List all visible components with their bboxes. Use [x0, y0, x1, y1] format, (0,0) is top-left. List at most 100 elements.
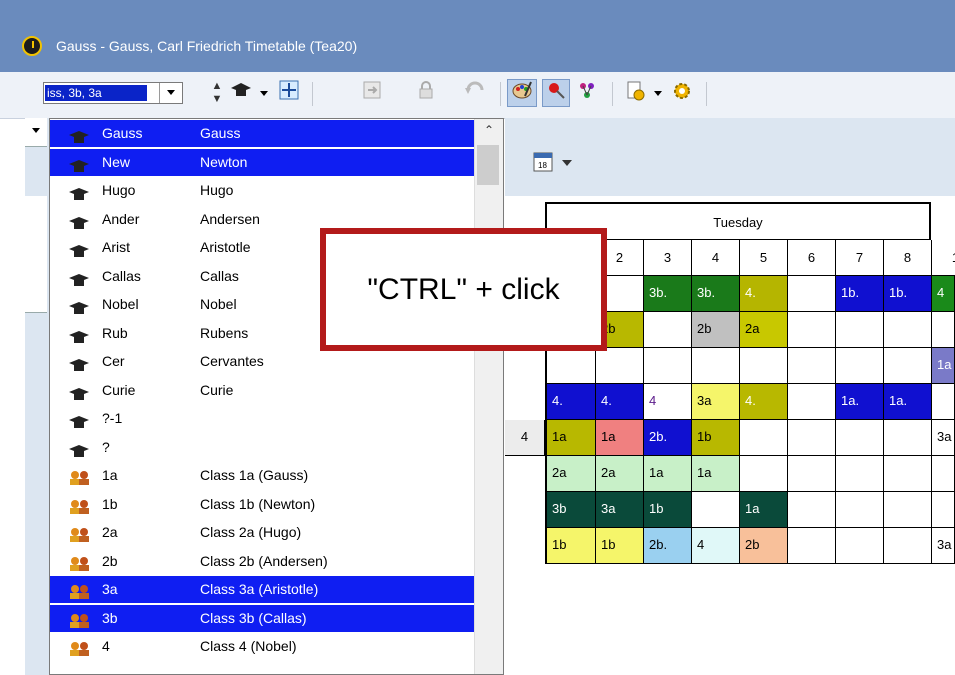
lesson-cell[interactable] — [644, 312, 692, 348]
lesson-cell[interactable]: 1b — [596, 528, 644, 564]
lesson-cell[interactable]: 4. — [740, 276, 788, 312]
molecule-icon[interactable] — [574, 80, 600, 106]
lesson-cell[interactable] — [932, 456, 955, 492]
lesson-cell[interactable] — [836, 312, 884, 348]
grid-expand-icon[interactable] — [276, 80, 302, 106]
lesson-cell[interactable]: 4. — [545, 384, 596, 420]
teacher-list-item[interactable]: New Newton — [50, 148, 474, 176]
chevron-down-icon[interactable] — [258, 80, 270, 106]
lesson-cell[interactable] — [884, 348, 932, 384]
element-selector[interactable]: iss, 3b, 3a — [43, 82, 183, 104]
move-icon[interactable] — [360, 80, 384, 106]
scroll-thumb[interactable] — [477, 145, 499, 185]
chevron-down-icon[interactable] — [159, 83, 182, 103]
lesson-cell[interactable] — [836, 420, 884, 456]
lesson-cell[interactable]: 1a — [596, 420, 644, 456]
lesson-cell[interactable] — [884, 492, 932, 528]
lesson-cell[interactable] — [788, 420, 836, 456]
lesson-cell[interactable] — [836, 456, 884, 492]
spin-arrows-icon[interactable]: ▲ ▼ — [210, 80, 224, 106]
palette-icon[interactable] — [507, 79, 537, 107]
lesson-cell[interactable]: 3a — [932, 420, 955, 456]
lesson-cell[interactable]: 2b. — [644, 420, 692, 456]
lesson-cell[interactable]: 1b — [545, 528, 596, 564]
scrollbar[interactable]: ⌃ — [474, 119, 503, 674]
lesson-cell[interactable]: 4 — [932, 276, 955, 312]
lesson-cell[interactable] — [788, 456, 836, 492]
lesson-cell[interactable] — [788, 276, 836, 312]
lesson-cell[interactable] — [788, 492, 836, 528]
lesson-cell[interactable]: 4. — [596, 384, 644, 420]
lesson-cell[interactable]: 2a — [545, 456, 596, 492]
teacher-list-item[interactable]: Gauss Gauss — [50, 120, 474, 147]
chevron-down-icon[interactable] — [652, 80, 664, 106]
lesson-cell[interactable]: 2b — [740, 528, 788, 564]
lesson-cell[interactable]: 3b — [545, 492, 596, 528]
class-list-item[interactable]: 2b Class 2b (Andersen) — [50, 548, 474, 575]
element-dropdown-list[interactable]: Gauss Gauss New Newton Hugo Hugo Ander Andersen… — [49, 118, 504, 675]
lesson-cell[interactable]: 1a. — [836, 384, 884, 420]
undo-icon[interactable] — [463, 80, 487, 106]
teacher-list-item[interactable]: ?-1 — [50, 405, 474, 432]
class-list-item[interactable]: 1b Class 1b (Newton) — [50, 491, 474, 518]
teacher-icon[interactable] — [226, 80, 256, 106]
lesson-cell[interactable] — [788, 384, 836, 420]
lesson-cell[interactable] — [884, 420, 932, 456]
lesson-cell[interactable] — [596, 348, 644, 384]
element-selector-value[interactable]: iss, 3b, 3a — [45, 85, 147, 101]
class-list-item[interactable]: 3b Class 3b (Callas) — [50, 604, 474, 632]
class-list-item[interactable]: 3a Class 3a (Aristotle) — [50, 576, 474, 603]
lesson-cell[interactable]: 4 — [692, 528, 740, 564]
lesson-cell[interactable]: 1b. — [884, 276, 932, 312]
lesson-cell[interactable] — [884, 312, 932, 348]
lesson-cell[interactable]: 2a — [596, 456, 644, 492]
lesson-cell[interactable]: 4 — [505, 420, 545, 456]
class-list-item[interactable]: 4 Class 4 (Nobel) — [50, 633, 474, 660]
lesson-cell[interactable]: 4 — [644, 384, 692, 420]
scroll-up-arrow[interactable]: ⌃ — [475, 119, 503, 141]
lesson-cell[interactable]: 3b. — [692, 276, 740, 312]
lesson-cell[interactable] — [836, 348, 884, 384]
lesson-cell[interactable] — [884, 456, 932, 492]
lesson-cell[interactable]: 1a — [740, 492, 788, 528]
lesson-cell[interactable] — [545, 348, 596, 384]
lesson-cell[interactable] — [740, 456, 788, 492]
lesson-cell[interactable] — [932, 312, 955, 348]
lesson-cell[interactable] — [788, 312, 836, 348]
chevron-down-icon[interactable] — [25, 118, 47, 147]
lesson-cell[interactable]: 3a — [596, 492, 644, 528]
lesson-cell[interactable]: 3b. — [644, 276, 692, 312]
pin-icon[interactable] — [542, 79, 570, 107]
lesson-cell[interactable] — [788, 528, 836, 564]
lesson-cell[interactable] — [932, 384, 955, 420]
lesson-cell[interactable] — [644, 348, 692, 384]
teacher-list-item[interactable]: Curie Curie — [50, 377, 474, 404]
teacher-list-item[interactable]: ? — [50, 434, 474, 461]
class-list-item[interactable]: 1a Class 1a (Gauss) — [50, 462, 474, 489]
teacher-list-item[interactable]: Cer Cervantes — [50, 348, 474, 375]
lesson-cell[interactable] — [692, 492, 740, 528]
lesson-cell[interactable]: 1a. — [884, 384, 932, 420]
lesson-cell[interactable]: 2b — [692, 312, 740, 348]
lesson-cell[interactable]: 3a — [692, 384, 740, 420]
document-settings-icon[interactable] — [622, 80, 650, 106]
class-list-item[interactable]: 2a Class 2a (Hugo) — [50, 519, 474, 546]
lesson-cell[interactable] — [836, 492, 884, 528]
lesson-cell[interactable] — [740, 348, 788, 384]
lock-icon[interactable] — [414, 80, 438, 106]
lesson-cell[interactable]: 1a — [692, 456, 740, 492]
lesson-cell[interactable]: 1b. — [836, 276, 884, 312]
lesson-cell[interactable] — [740, 420, 788, 456]
lesson-cell[interactable]: 1a — [644, 456, 692, 492]
lesson-cell[interactable] — [788, 348, 836, 384]
lesson-cell[interactable]: 1b — [692, 420, 740, 456]
lesson-cell[interactable]: 4. — [740, 384, 788, 420]
calendar-button[interactable]: 18 — [532, 148, 584, 176]
lesson-cell[interactable] — [836, 528, 884, 564]
lesson-cell[interactable]: 2b. — [644, 528, 692, 564]
lesson-cell[interactable]: 1b — [644, 492, 692, 528]
lesson-cell[interactable]: 1a — [545, 420, 596, 456]
gear-icon[interactable] — [668, 80, 696, 106]
lesson-cell[interactable]: 3a — [932, 528, 955, 564]
lesson-cell[interactable] — [692, 348, 740, 384]
